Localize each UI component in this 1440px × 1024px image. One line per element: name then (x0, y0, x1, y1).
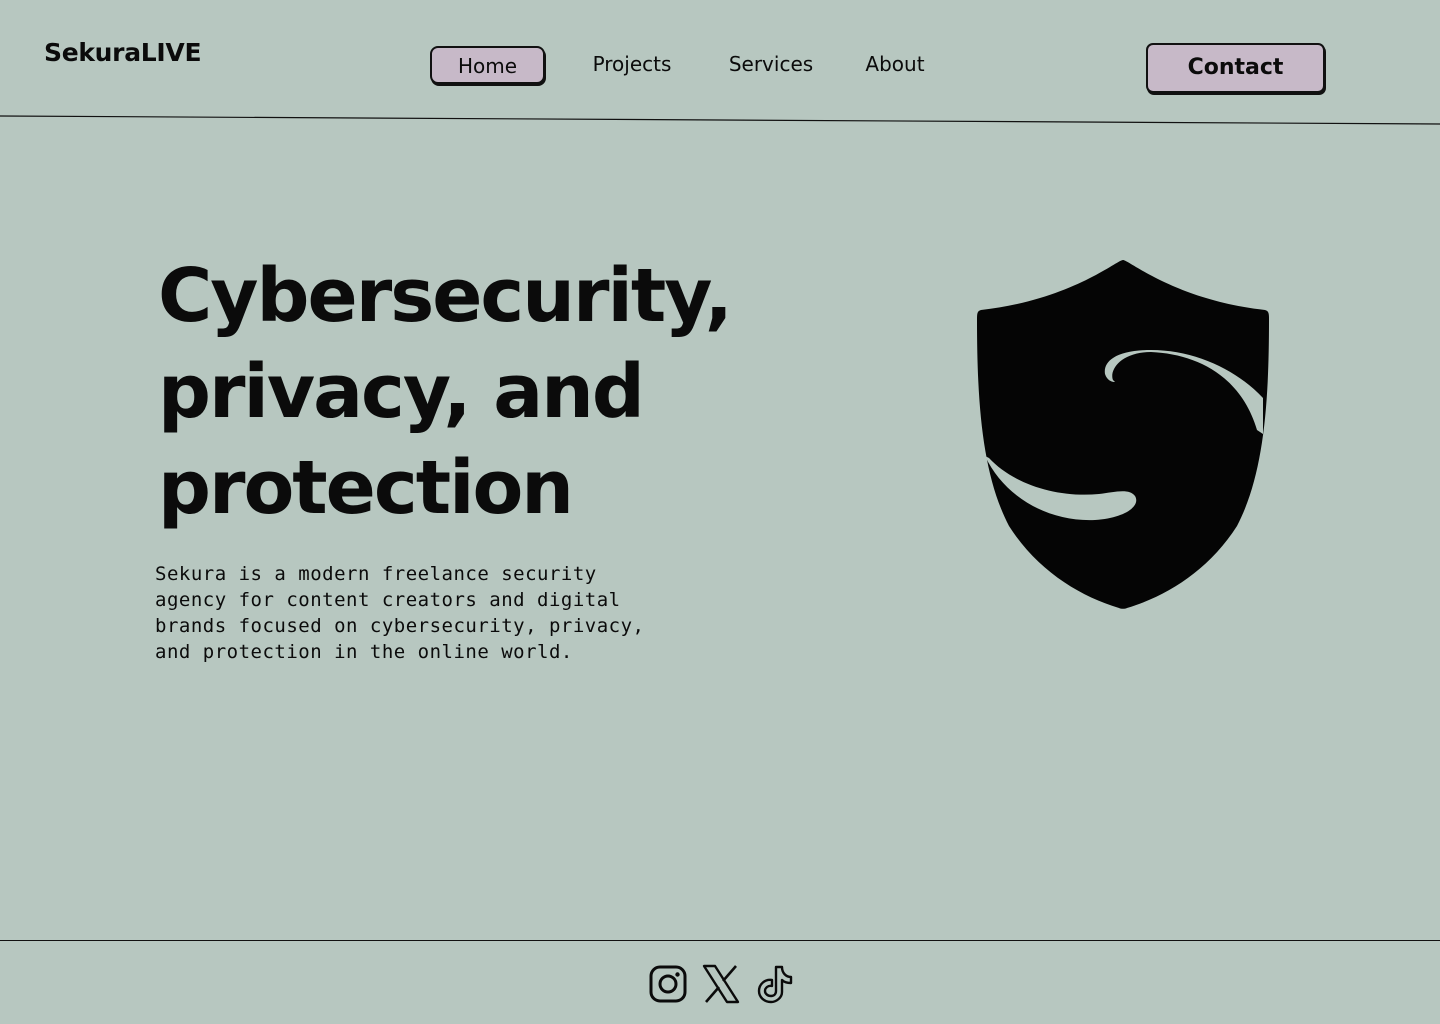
nav-item-home[interactable]: Home (430, 46, 545, 84)
instagram-icon[interactable] (648, 964, 688, 1004)
x-icon[interactable] (701, 964, 741, 1004)
social-links (648, 964, 794, 1004)
hero-title-line: protection (158, 445, 574, 531)
nav-item-services[interactable]: Services (722, 46, 820, 84)
hero-title-line: Cybersecurity, (158, 253, 733, 339)
nav-item-about[interactable]: About (857, 46, 933, 84)
hero-title-line: privacy, and (158, 349, 645, 435)
footer-divider (0, 940, 1440, 941)
tiktok-icon[interactable] (754, 964, 794, 1004)
hero-description: Sekura is a modern freelance security ag… (155, 563, 645, 663)
nav-item-projects[interactable]: Projects (584, 46, 680, 84)
contact-button[interactable]: Contact (1146, 43, 1325, 93)
hero-title: Cybersecurity, privacy, and protection (158, 248, 778, 536)
header-divider (0, 115, 1440, 125)
shield-s-icon (977, 260, 1269, 609)
